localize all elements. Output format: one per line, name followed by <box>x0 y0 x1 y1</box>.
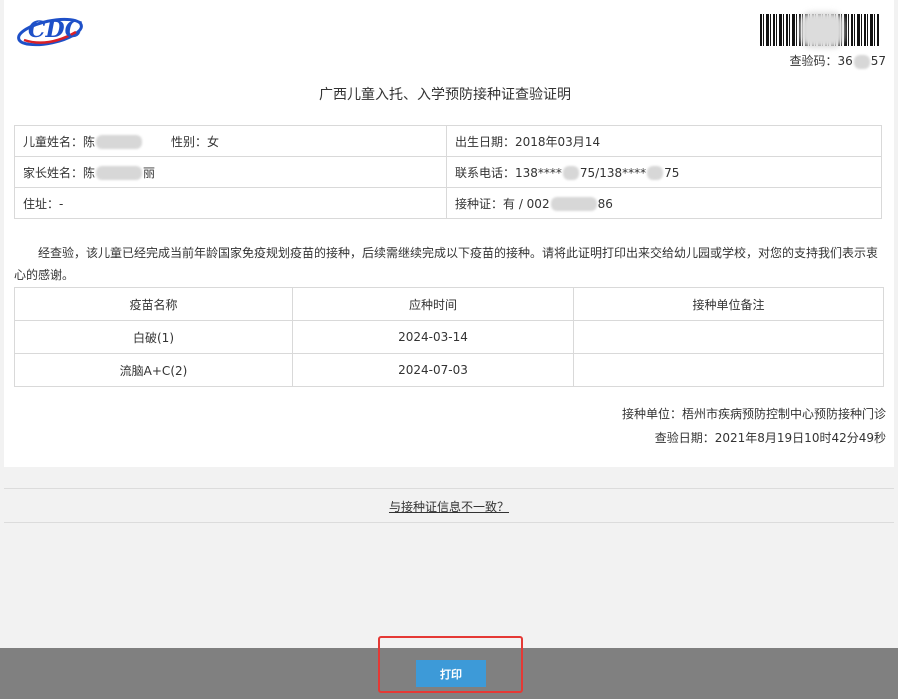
column-header: 接种单位备注 <box>573 287 884 321</box>
check-code-suffix: 57 <box>870 54 886 68</box>
gender-value: 性别：女 <box>171 134 220 149</box>
certificate-prefix: 接种证：有 / 002 <box>455 196 550 211</box>
redaction-mask <box>647 166 664 180</box>
redaction-mask <box>96 166 143 180</box>
child-name-label: 儿童姓名： <box>23 134 84 149</box>
phone-prefix: 联系电话：138**** <box>455 165 562 180</box>
barcode-redaction <box>800 12 844 48</box>
redaction-mask <box>550 197 597 211</box>
parent-name-label: 家长姓名： <box>23 165 84 180</box>
vaccine-name: 流脑A+C(2) <box>14 353 293 387</box>
vaccine-note <box>573 353 884 387</box>
check-code: 查验码：36 57 <box>789 52 886 69</box>
phone-cell: 联系电话：138**** 75/138**** 75 <box>446 156 882 188</box>
redaction-mask <box>562 166 579 180</box>
vaccine-time: 2024-03-14 <box>292 320 574 354</box>
child-name-value: 陈 <box>83 134 96 149</box>
divider <box>4 522 894 523</box>
address-cell: 住址：- <box>14 187 447 219</box>
vaccine-table: 疫苗名称 应种时间 接种单位备注 白破(1) 2024-03-14 流脑A+C(… <box>14 287 884 387</box>
table-row: 儿童姓名：陈 性别：女 出生日期：2018年03月14 <box>14 125 882 157</box>
table-row: 家长姓名：陈 丽 联系电话：138**** 75/138**** 75 <box>14 156 882 188</box>
svg-text:CDC: CDC <box>28 17 83 43</box>
notice-paragraph: 经查验，该儿童已经完成当前年龄国家免疫规划疫苗的接种，后续需继续完成以下疫苗的接… <box>14 246 879 282</box>
column-header: 应种时间 <box>292 287 574 321</box>
info-mismatch-link[interactable]: 与接种证信息不一致？ <box>0 498 898 515</box>
vaccine-time: 2024-07-03 <box>292 353 574 387</box>
cdc-logo: CDC <box>17 17 83 47</box>
certificate-suffix: 86 <box>597 196 613 211</box>
table-row: 住址：- 接种证：有 / 002 86 <box>14 187 882 219</box>
column-header: 疫苗名称 <box>14 287 293 321</box>
child-info-table: 儿童姓名：陈 性别：女 出生日期：2018年03月14 家长姓名：陈丽 联系电话：… <box>14 125 882 219</box>
divider <box>4 488 894 489</box>
certificate-cell: 接种证：有 / 002 86 <box>446 187 882 219</box>
phone-end: 75 <box>664 165 680 180</box>
parent-name-prefix: 陈 <box>83 165 96 180</box>
check-code-prefix: 查验码：36 <box>789 54 853 68</box>
table-header-row: 疫苗名称 应种时间 接种单位备注 <box>14 287 884 321</box>
redaction-mask <box>96 135 143 149</box>
parent-name-suffix: 丽 <box>143 165 156 180</box>
highlight-box <box>378 636 523 693</box>
vaccine-note <box>573 320 884 354</box>
vaccine-name: 白破(1) <box>14 320 293 354</box>
certificate-panel <box>4 0 894 467</box>
redaction-mask <box>853 54 870 69</box>
check-date: 查验日期：2021年8月19日10时42分49秒 <box>654 431 886 445</box>
table-row: 流脑A+C(2) 2024-07-03 <box>14 353 884 387</box>
child-name-cell: 儿童姓名：陈 性别：女 <box>14 125 447 157</box>
parent-name-cell: 家长姓名：陈 丽 <box>14 156 447 188</box>
table-row: 白破(1) 2024-03-14 <box>14 320 884 354</box>
vaccination-unit: 接种单位：梧州市疾病预防控制中心预防接种门诊 <box>621 407 886 421</box>
birth-date-cell: 出生日期：2018年03月14 <box>446 125 882 157</box>
page-title: 广西儿童入托、入学预防接种证查验证明 <box>319 87 571 103</box>
phone-mid: 75/138**** <box>579 165 647 180</box>
